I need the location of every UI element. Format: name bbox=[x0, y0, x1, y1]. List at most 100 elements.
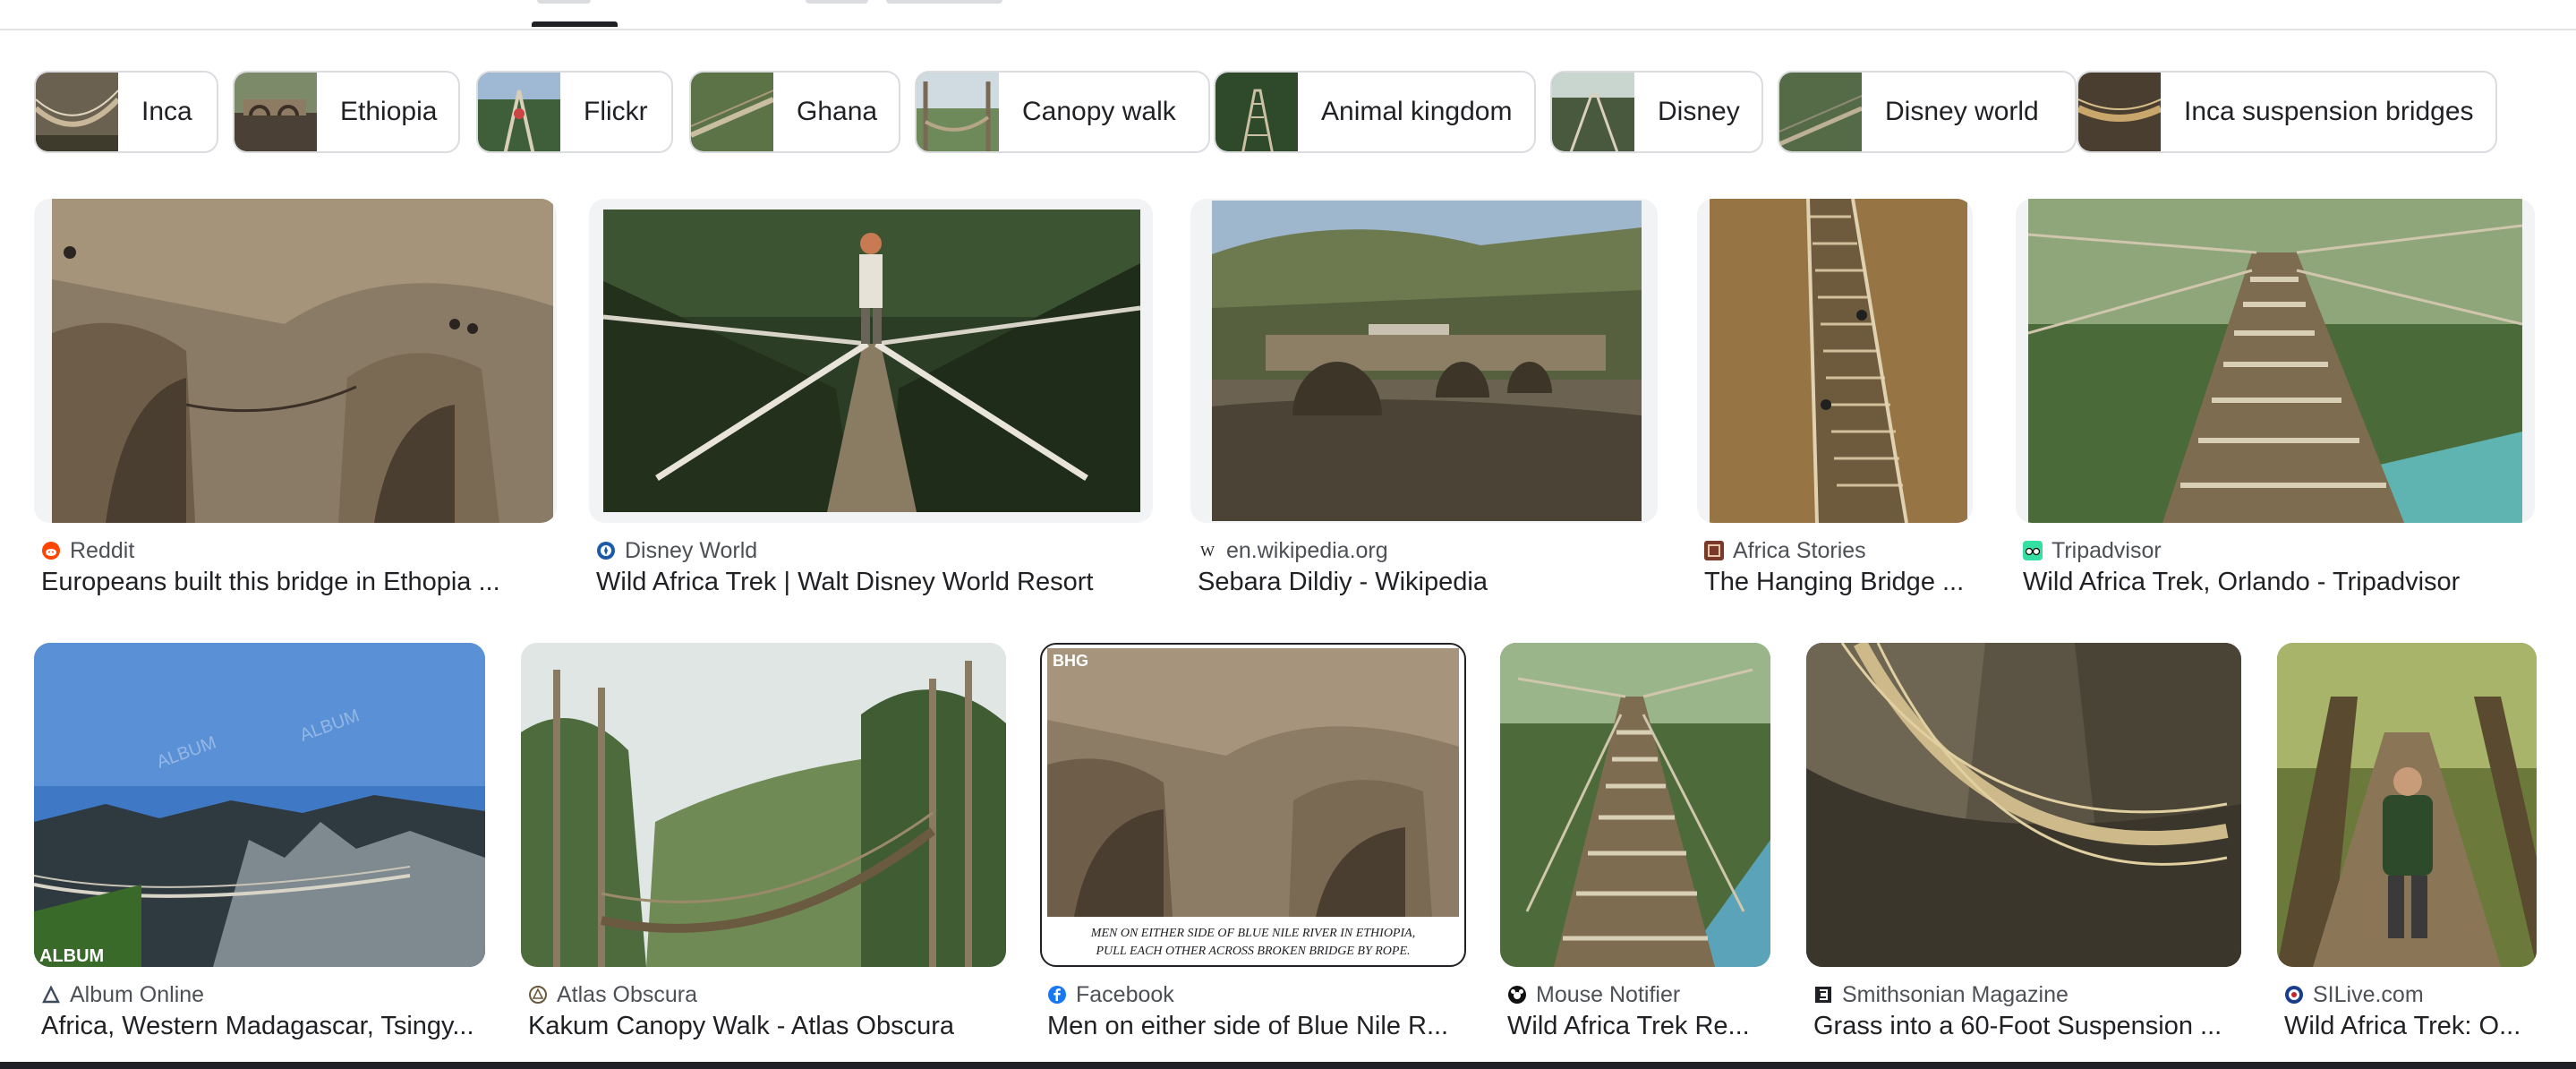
result-source-name: en.wikipedia.org bbox=[1226, 537, 1388, 563]
result-image[interactable]: ALBUM ALBUM ALBUM bbox=[34, 643, 485, 967]
window-bottom-edge bbox=[0, 1062, 2576, 1069]
result-image[interactable] bbox=[2016, 199, 2535, 523]
chip-inca[interactable]: Inca bbox=[34, 71, 218, 153]
tab-shopping[interactable] bbox=[886, 0, 1002, 4]
result-photo bbox=[1806, 643, 2241, 967]
chip-label: Inca suspension bridges bbox=[2184, 97, 2474, 126]
result-source-name: Atlas Obscura bbox=[557, 981, 698, 1007]
result-card-facebook[interactable]: BHG MEN ON EITHER SIDE OF BLUE NILE RIVE… bbox=[1040, 643, 1466, 1055]
chip-thumbnail bbox=[691, 73, 773, 151]
result-source: Mouse Notifier bbox=[1507, 979, 1680, 1010]
result-photo bbox=[1500, 643, 1770, 967]
result-image[interactable] bbox=[34, 199, 557, 523]
africa-stories-icon bbox=[1704, 541, 1724, 560]
chip-disney-world[interactable]: Disney world bbox=[1778, 71, 2077, 153]
result-source: Disney World bbox=[596, 535, 757, 566]
result-photo bbox=[2028, 199, 2522, 523]
mouse-notifier-icon bbox=[1508, 986, 1526, 1004]
result-title[interactable]: Wild Africa Trek Re... bbox=[1507, 1012, 1770, 1048]
result-source: Facebook bbox=[1047, 979, 1174, 1010]
result-source-name: SILive.com bbox=[2313, 981, 2424, 1007]
reddit-icon bbox=[42, 542, 60, 560]
result-image[interactable] bbox=[1500, 643, 1770, 967]
chip-inca-suspension-bridges[interactable]: Inca suspension bridges bbox=[2077, 71, 2497, 153]
result-title[interactable]: Wild Africa Trek | Walt Disney World Res… bbox=[596, 568, 1153, 603]
chip-label: Inca bbox=[141, 97, 192, 126]
result-source: Smithsonian Magazine bbox=[1813, 979, 2068, 1010]
chip-label: Flickr bbox=[584, 97, 648, 126]
result-image[interactable] bbox=[1806, 643, 2241, 967]
result-image[interactable] bbox=[589, 199, 1153, 523]
result-source-name: Album Online bbox=[70, 981, 205, 1007]
chip-thumbnail bbox=[1552, 73, 1634, 151]
result-card-mouse-notifier[interactable]: Mouse Notifier Wild Africa Trek Re... bbox=[1500, 643, 1770, 1055]
chip-flickr[interactable]: Flickr bbox=[476, 71, 673, 153]
chip-animal-kingdom[interactable]: Animal kingdom bbox=[1214, 71, 1536, 153]
chip-ghana[interactable]: Ghana bbox=[689, 71, 900, 153]
result-card-album-online[interactable]: ALBUM ALBUM ALBUM Album Online Africa, W… bbox=[34, 643, 485, 1055]
result-title[interactable]: Grass into a 60-Foot Suspension ... bbox=[1813, 1012, 2241, 1048]
result-image[interactable] bbox=[1190, 199, 1658, 523]
result-source-name: Reddit bbox=[70, 537, 135, 563]
result-source: Africa Stories bbox=[1704, 535, 1866, 566]
svg-text:ALBUM: ALBUM bbox=[39, 946, 104, 966]
result-source-name: Smithsonian Magazine bbox=[1842, 981, 2068, 1007]
chip-thumbnail bbox=[2078, 73, 2161, 151]
result-source: Album Online bbox=[41, 979, 204, 1010]
svg-text:W: W bbox=[1200, 543, 1215, 560]
chip-label: Animal kingdom bbox=[1321, 97, 1513, 126]
result-source-name: Disney World bbox=[625, 537, 758, 563]
chip-disney[interactable]: Disney bbox=[1550, 71, 1763, 153]
chip-ethiopia[interactable]: Ethiopia bbox=[233, 71, 460, 153]
result-source-name: Mouse Notifier bbox=[1536, 981, 1681, 1007]
result-image[interactable] bbox=[2277, 643, 2537, 967]
smithsonian-icon bbox=[1815, 987, 1831, 1003]
result-photo bbox=[1710, 199, 1967, 523]
chip-thumbnail bbox=[917, 73, 999, 151]
result-card-reddit[interactable]: Reddit Europeans built this bridge in Et… bbox=[34, 199, 557, 611]
result-title[interactable]: The Hanging Bridge ... bbox=[1704, 568, 1973, 603]
result-card-africa-stories[interactable]: Africa Stories The Hanging Bridge ... bbox=[1697, 199, 1973, 611]
tab-partial[interactable] bbox=[806, 0, 868, 4]
tripadvisor-icon bbox=[2023, 541, 2043, 560]
result-card-silive[interactable]: SILive.com Wild Africa Trek: O... bbox=[2277, 643, 2537, 1055]
result-title[interactable]: Europeans built this bridge in Ethopia .… bbox=[41, 568, 557, 603]
chip-canopy-walk[interactable]: Canopy walk bbox=[915, 71, 1210, 153]
silive-icon bbox=[2285, 986, 2303, 1004]
atlas-obscura-icon bbox=[529, 986, 547, 1004]
result-photo bbox=[52, 199, 553, 523]
facebook-icon bbox=[1048, 986, 1066, 1004]
result-title[interactable]: Africa, Western Madagascar, Tsingy... bbox=[41, 1012, 485, 1048]
disney-world-icon bbox=[597, 542, 615, 560]
result-photo bbox=[1212, 201, 1642, 521]
tab-images[interactable] bbox=[537, 0, 591, 4]
result-title[interactable]: Sebara Dildiy - Wikipedia bbox=[1198, 568, 1658, 603]
result-title[interactable]: Kakum Canopy Walk - Atlas Obscura bbox=[528, 1012, 1006, 1048]
result-source-name: Africa Stories bbox=[1733, 537, 1866, 563]
svg-text:MEN ON EITHER SIDE OF BLUE NIL: MEN ON EITHER SIDE OF BLUE NILE RIVER IN… bbox=[1090, 927, 1415, 940]
result-image[interactable] bbox=[1697, 199, 1973, 523]
result-title[interactable]: Wild Africa Trek, Orlando - Tripadvisor bbox=[2023, 568, 2535, 603]
chip-label: Canopy walk bbox=[1022, 97, 1176, 126]
chip-thumbnail bbox=[235, 73, 317, 151]
result-source: W en.wikipedia.org bbox=[1198, 535, 1388, 566]
result-image[interactable]: BHG MEN ON EITHER SIDE OF BLUE NILE RIVE… bbox=[1040, 643, 1466, 967]
active-tab-indicator bbox=[532, 21, 618, 27]
result-title[interactable]: Wild Africa Trek: O... bbox=[2284, 1012, 2537, 1048]
result-source: Tripadvisor bbox=[2023, 535, 2162, 566]
result-card-atlas-obscura[interactable]: Atlas Obscura Kakum Canopy Walk - Atlas … bbox=[521, 643, 1006, 1055]
album-online-icon bbox=[42, 985, 60, 1004]
search-tabs-bar bbox=[0, 0, 2576, 30]
result-card-wikipedia[interactable]: W en.wikipedia.org Sebara Dildiy - Wikip… bbox=[1190, 199, 1658, 611]
result-card-smithsonian[interactable]: Smithsonian Magazine Grass into a 60-Foo… bbox=[1806, 643, 2241, 1055]
result-title[interactable]: Men on either side of Blue Nile R... bbox=[1047, 1012, 1466, 1048]
chip-thumbnail bbox=[1779, 73, 1862, 151]
result-source: Reddit bbox=[41, 535, 134, 566]
result-card-tripadvisor[interactable]: Tripadvisor Wild Africa Trek, Orlando - … bbox=[2016, 199, 2535, 611]
chip-thumbnail bbox=[36, 73, 118, 151]
result-card-disney-world[interactable]: Disney World Wild Africa Trek | Walt Dis… bbox=[589, 199, 1153, 611]
chip-thumbnail bbox=[478, 73, 560, 151]
chip-label: Ethiopia bbox=[340, 97, 438, 126]
result-image[interactable] bbox=[521, 643, 1006, 967]
result-photo: ALBUM ALBUM ALBUM bbox=[34, 643, 485, 967]
